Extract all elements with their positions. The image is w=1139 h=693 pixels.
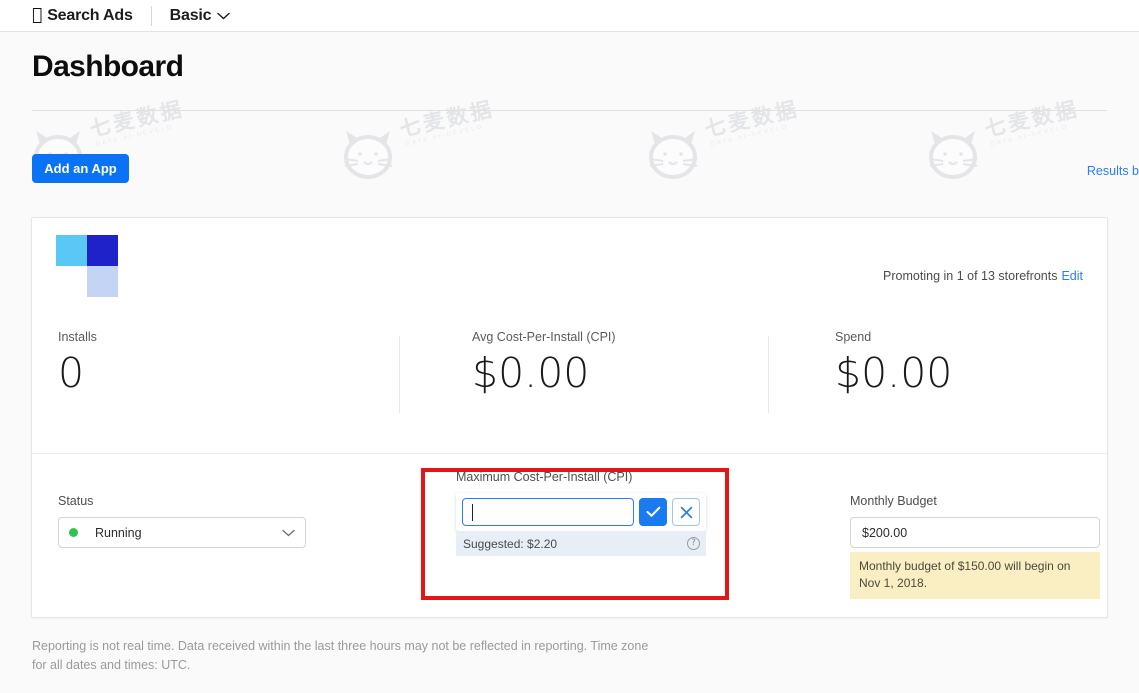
status-value: Running	[95, 526, 282, 540]
app-icon-square-top-left	[56, 235, 87, 266]
apple-logo-icon: 	[32, 7, 42, 24]
footer-disclaimer: Reporting is not real time. Data receive…	[32, 637, 652, 676]
metric-installs-label: Installs	[58, 330, 97, 344]
max-cpi-field: Maximum Cost-Per-Install (CPI)	[456, 470, 728, 556]
status-label: Status	[58, 494, 306, 508]
metric-spend: Spend $0.00	[835, 330, 952, 395]
promoting-storefronts: Promoting in 1 of 13 storefronts Edit	[883, 269, 1083, 283]
status-indicator-dot	[69, 528, 78, 537]
metric-divider-1	[399, 336, 400, 413]
max-cpi-suggested-text: Suggested: $2.20	[463, 537, 557, 551]
promoting-text: Promoting in 1 of 13 storefronts	[883, 269, 1057, 283]
nav-divider	[151, 6, 152, 26]
cancel-max-cpi-button[interactable]	[672, 498, 700, 526]
title-divider	[32, 110, 1107, 111]
app-icon-square-bottom-right	[87, 266, 118, 297]
metric-installs-value: 0	[58, 352, 97, 395]
app-dashboard-card: Promoting in 1 of 13 storefronts Edit Ins…	[31, 217, 1108, 618]
monthly-budget-input[interactable]: $200.00	[850, 517, 1100, 548]
metric-avg-cpi: Avg Cost-Per-Install (CPI) $0.00	[472, 330, 616, 395]
plan-selector[interactable]: Basic	[170, 7, 231, 25]
card-metrics-section: Promoting in 1 of 13 storefronts Edit Ins…	[32, 218, 1107, 453]
page-title: Dashboard	[32, 50, 183, 84]
metric-spend-value: $0.00	[835, 352, 952, 395]
plan-label: Basic	[170, 7, 212, 25]
app-root:  Search Ads Basic Dashboard Add an App …	[0, 0, 1139, 693]
top-navigation-bar:  Search Ads Basic	[0, 0, 1139, 31]
card-controls-section: Status Running Maximum Cost-Per-Install …	[32, 454, 1107, 618]
monthly-budget-field: Monthly Budget $200.00 Monthly budget of…	[850, 494, 1100, 599]
max-cpi-suggested-row: Suggested: $2.20 ?	[456, 531, 706, 556]
metric-spend-label: Spend	[835, 330, 952, 344]
max-cpi-input[interactable]	[462, 498, 634, 526]
monthly-budget-note: Monthly budget of $150.00 will begin on …	[850, 552, 1100, 599]
edit-storefronts-link[interactable]: Edit	[1061, 269, 1083, 283]
metric-installs: Installs 0	[58, 330, 97, 395]
brand-logo[interactable]:  Search Ads	[32, 7, 133, 25]
status-field: Status Running	[58, 494, 306, 548]
top-navigation-divider	[0, 31, 1139, 32]
max-cpi-input-row	[456, 493, 706, 531]
metric-avg-cpi-label: Avg Cost-Per-Install (CPI)	[472, 330, 616, 344]
monthly-budget-label: Monthly Budget	[850, 494, 1100, 508]
metric-divider-2	[768, 336, 769, 413]
add-an-app-button[interactable]: Add an App	[32, 154, 129, 183]
max-cpi-label: Maximum Cost-Per-Install (CPI)	[456, 470, 728, 484]
close-icon	[680, 506, 693, 519]
app-icon	[56, 235, 118, 297]
checkmark-icon	[646, 506, 661, 518]
status-dropdown[interactable]: Running	[58, 517, 306, 548]
chevron-down-icon	[282, 524, 295, 542]
confirm-max-cpi-button[interactable]	[639, 498, 667, 526]
results-by-link[interactable]: Results b	[1087, 164, 1139, 178]
brand-name-label: Search Ads	[47, 7, 132, 25]
text-caret	[472, 504, 473, 521]
max-cpi-edit-popover: Suggested: $2.20 ?	[456, 493, 706, 556]
question-mark-icon[interactable]: ?	[687, 537, 700, 550]
chevron-down-icon	[217, 7, 230, 25]
metric-avg-cpi-value: $0.00	[472, 352, 616, 395]
metrics-row: Installs 0 Avg Cost-Per-Install (CPI) $0…	[32, 330, 1107, 440]
app-icon-square-top-right	[87, 235, 118, 266]
